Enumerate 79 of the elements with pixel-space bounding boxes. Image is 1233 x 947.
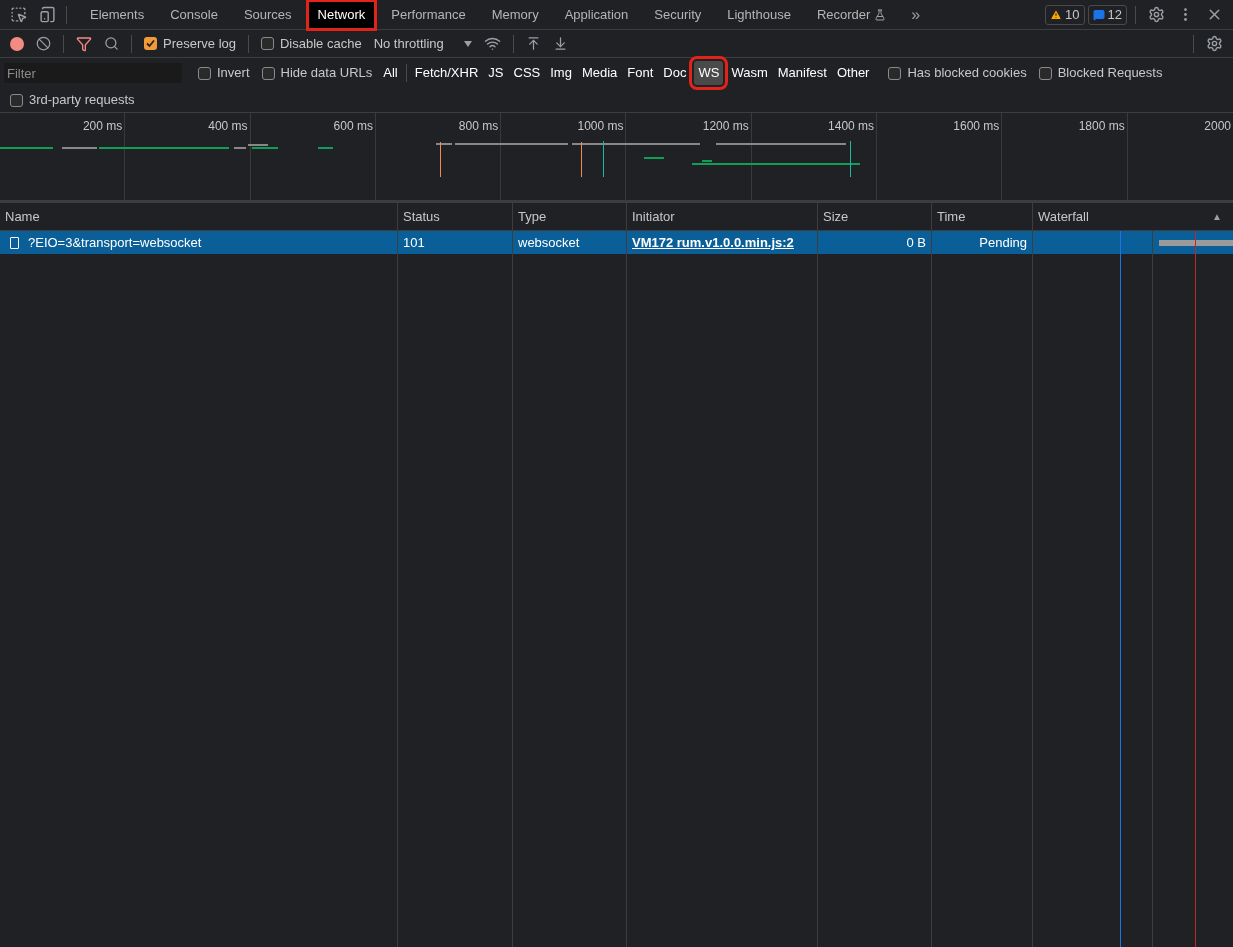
resource-type-filter[interactable]: Img	[545, 63, 577, 83]
checkbox[interactable]	[888, 66, 902, 80]
record-button[interactable]	[10, 36, 24, 51]
more-tabs-button[interactable]: »	[899, 2, 933, 27]
time-tick-label: 400 ms	[208, 118, 249, 135]
resource-type-filter[interactable]: Fetch/XHR	[409, 63, 484, 83]
throttling-select[interactable]: No throttling	[373, 33, 472, 54]
warning-icon	[1050, 8, 1063, 21]
panel-tab[interactable]: Network	[306, 0, 377, 30]
checkbox[interactable]	[198, 66, 211, 80]
checkbox-label: Disable cache	[280, 34, 362, 53]
checkbox-label: Has blocked cookies	[907, 64, 1027, 83]
device-toolbar-icon[interactable]	[39, 6, 56, 23]
column-header[interactable]: Type	[518, 206, 547, 227]
time-tick-label: 800 ms	[458, 118, 500, 135]
resource-type-filter[interactable]: Wasm	[726, 63, 773, 83]
resource-type-filter[interactable]: CSS	[508, 63, 546, 83]
resource-type-filter[interactable]: Doc	[658, 63, 692, 83]
time-tick-label: 1800 ms	[1078, 118, 1126, 135]
checkbox[interactable]	[261, 66, 275, 80]
table-cell-text: ?EIO=3&transport=websocket	[28, 233, 202, 252]
panel-tab[interactable]: Application	[551, 0, 642, 30]
checkbox-label: Hide data URLs	[280, 64, 373, 83]
checkbox[interactable]	[1038, 66, 1052, 80]
time-tick-label: 600 ms	[333, 118, 374, 135]
time-tick-label: 200 ms	[82, 118, 124, 135]
document-icon	[10, 236, 19, 249]
checkbox-label: Preserve log	[163, 34, 236, 53]
warnings-badge[interactable]: 10	[1045, 4, 1085, 25]
column-header[interactable]: Status	[403, 206, 440, 227]
resource-type-filter[interactable]: All	[378, 63, 403, 83]
sort-indicator[interactable]: ▲	[1212, 209, 1228, 224]
table-cell-text: Pending	[979, 233, 1027, 252]
panel-tab[interactable]: Lighthouse	[714, 0, 804, 30]
panel-tab[interactable]: Memory	[478, 0, 552, 30]
panel-tab[interactable]: Security	[641, 0, 715, 30]
column-header[interactable]: Initiator	[632, 206, 675, 227]
message-icon	[1092, 8, 1105, 21]
time-tick-label: 2000	[1204, 118, 1232, 135]
filter-input[interactable]: Filter	[4, 63, 182, 83]
time-tick-label: 1000 ms	[577, 118, 625, 135]
request-row[interactable]: ?EIO=3&transport=websocket 101 websocket VM172 rum.v1.0.0.min.js:2 0 B Pending	[0, 231, 1233, 254]
checkbox-label: Invert	[217, 64, 250, 83]
resource-type-filter[interactable]: Font	[622, 63, 659, 83]
search-icon[interactable]	[104, 36, 119, 51]
panel-tab[interactable]: Sources	[230, 0, 305, 30]
settings-icon[interactable]	[1148, 6, 1165, 23]
resource-type-filter[interactable]: JS	[483, 63, 509, 83]
table-cell-text: 101	[403, 233, 425, 252]
network-conditions-icon[interactable]	[483, 35, 501, 52]
panel-tab[interactable]: Recorder	[803, 0, 900, 30]
panel-tab[interactable]: Elements	[77, 0, 158, 30]
resource-type-filter[interactable]: Media	[576, 63, 623, 83]
checkmark-icon	[146, 39, 155, 48]
settings-icon[interactable]	[1206, 35, 1223, 52]
checkbox[interactable]	[261, 37, 274, 50]
panel-tab[interactable]: Performance	[378, 0, 479, 30]
resource-type-filter[interactable]: Manifest	[772, 63, 832, 83]
checkbox[interactable]	[10, 93, 23, 107]
table-cell-text: websocket	[518, 233, 580, 252]
column-header[interactable]: Time	[937, 206, 966, 227]
time-tick-label: 1600 ms	[953, 118, 1001, 135]
panel-tab[interactable]: Console	[157, 0, 231, 30]
checkbox-label: 3rd-party requests	[29, 91, 135, 110]
time-tick-label: 1400 ms	[828, 118, 876, 135]
checkbox-label: Blocked Requests	[1057, 64, 1163, 83]
resource-type-filter[interactable]: Other	[831, 63, 875, 83]
checkbox[interactable]	[144, 37, 157, 50]
initiator-link[interactable]: VM172 rum.v1.0.0.min.js:2	[632, 232, 794, 253]
filter-icon[interactable]	[76, 35, 92, 52]
dropdown-caret-icon	[463, 40, 472, 47]
inspect-icon[interactable]	[10, 6, 27, 23]
messages-badge[interactable]: 12	[1087, 4, 1127, 25]
time-tick-label: 1200 ms	[702, 118, 750, 135]
clear-icon[interactable]	[36, 36, 51, 51]
column-header[interactable]: Name	[5, 206, 40, 227]
table-cell-text: 0 B	[906, 233, 926, 252]
column-header[interactable]: Size	[823, 206, 849, 227]
column-header[interactable]: Waterfall	[1038, 206, 1089, 227]
